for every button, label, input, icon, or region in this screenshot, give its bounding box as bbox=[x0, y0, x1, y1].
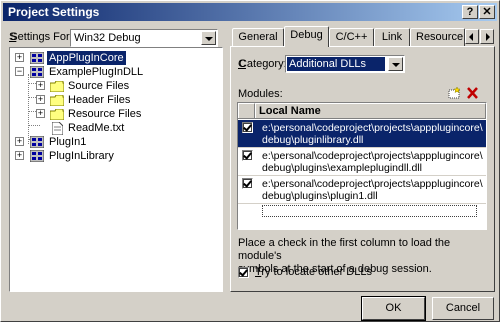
module-row[interactable]: e:\personal\codeproject\projects\appplug… bbox=[238, 176, 486, 203]
module-path-line2: debug\plugins\exampleplugindll.dll bbox=[262, 162, 422, 174]
try-locate-checkbox[interactable] bbox=[238, 267, 249, 278]
tab-link[interactable]: Link bbox=[374, 28, 410, 46]
module-path-line1: e:\personal\codeproject\projects\appplug… bbox=[262, 150, 483, 162]
expand-icon[interactable]: + bbox=[36, 81, 45, 90]
module-checkbox[interactable] bbox=[242, 150, 253, 161]
module-path-line2: debug\pluginlibrary.dll bbox=[262, 134, 364, 146]
module-row[interactable]: e:\personal\codeproject\projects\appplug… bbox=[238, 120, 486, 147]
project-icon bbox=[30, 52, 44, 64]
settings-for-value: Win32 Debug bbox=[74, 32, 141, 44]
category-label: CCategory: bbox=[238, 58, 287, 70]
tab-resource[interactable]: Resource bbox=[410, 28, 465, 46]
new-module-entry[interactable] bbox=[262, 205, 477, 217]
module-checkbox[interactable] bbox=[242, 122, 253, 133]
tab-scroll-left-icon[interactable] bbox=[465, 29, 479, 44]
tree-item-label: ExamplePlugInDLL bbox=[49, 66, 144, 78]
category-combo[interactable]: Additional DLLs bbox=[285, 55, 405, 73]
help-text-line1: Place a check in the first column to loa… bbox=[238, 237, 451, 262]
tab-debug[interactable]: Debug bbox=[284, 26, 329, 47]
new-module-row[interactable] bbox=[238, 204, 486, 218]
tree-item-header-files[interactable]: + Header Files bbox=[10, 93, 220, 107]
tree-item-exampleplugindll[interactable]: − ExamplePlugInDLL bbox=[10, 65, 220, 79]
module-path-line1: e:\personal\codeproject\projects\appplug… bbox=[262, 178, 483, 190]
ok-button[interactable]: OK bbox=[361, 296, 426, 321]
folder-icon bbox=[50, 81, 64, 92]
tree-item-label: ReadMe.txt bbox=[68, 122, 125, 134]
expand-icon[interactable]: + bbox=[36, 109, 45, 118]
tree-item-pluginlibrary[interactable]: + PlugInLibrary bbox=[10, 149, 220, 163]
try-locate-label: Try to locate other DLLs bbox=[255, 266, 372, 278]
delete-icon[interactable] bbox=[466, 87, 479, 99]
try-locate-checkbox-row[interactable]: Try to locate other DLLs bbox=[238, 266, 418, 280]
project-icon bbox=[30, 136, 44, 148]
module-checkbox[interactable] bbox=[242, 178, 253, 189]
tree-item-label: PlugIn1 bbox=[49, 136, 87, 148]
tree-item-label: PlugInLibrary bbox=[49, 150, 114, 162]
project-settings-dialog: Project Settings ? ✕ SSettings For: Win3… bbox=[0, 0, 500, 322]
tree-item-readme[interactable]: ReadMe.txt bbox=[10, 121, 220, 135]
chevron-down-icon[interactable] bbox=[388, 57, 403, 71]
category-value: Additional DLLs bbox=[287, 57, 385, 71]
expand-icon[interactable]: + bbox=[15, 137, 24, 146]
tab-c-cpp[interactable]: C/C++ bbox=[329, 28, 374, 46]
module-path-line2: debug\plugins\plugin1.dll bbox=[262, 190, 378, 202]
tree-item-label: Header Files bbox=[68, 94, 131, 106]
help-button[interactable]: ? bbox=[462, 5, 478, 19]
tree-item-label: AppPlugInCore bbox=[47, 51, 126, 65]
tree-item-label: Resource Files bbox=[68, 108, 142, 120]
tree-item-resource-files[interactable]: + Resource Files bbox=[10, 107, 220, 121]
cancel-button[interactable]: Cancel bbox=[432, 297, 494, 320]
modules-label: Modules: bbox=[238, 88, 283, 100]
new-module-icon[interactable] bbox=[448, 87, 461, 99]
expand-icon[interactable]: + bbox=[36, 95, 45, 104]
folder-icon bbox=[50, 109, 64, 120]
tree-item-plugin1[interactable]: + PlugIn1 bbox=[10, 135, 220, 149]
project-icon bbox=[30, 150, 44, 162]
checkbox-column-header[interactable] bbox=[238, 103, 255, 118]
settings-for-label: SSettings For: bbox=[9, 31, 73, 43]
chevron-down-icon[interactable] bbox=[201, 31, 216, 45]
module-row[interactable]: e:\personal\codeproject\projects\appplug… bbox=[238, 148, 486, 175]
folder-icon bbox=[50, 95, 64, 106]
modules-list[interactable]: Local Name e:\personal\codeproject\proje… bbox=[237, 102, 487, 230]
expand-icon[interactable]: + bbox=[15, 53, 24, 62]
close-button[interactable]: ✕ bbox=[479, 5, 495, 19]
collapse-icon[interactable]: − bbox=[15, 67, 24, 76]
window-title: Project Settings bbox=[8, 5, 100, 19]
tab-general[interactable]: General bbox=[232, 28, 284, 46]
settings-for-combo[interactable]: Win32 Debug bbox=[70, 29, 218, 47]
project-icon bbox=[30, 66, 44, 78]
tree-item-label: Source Files bbox=[68, 80, 130, 92]
expand-icon[interactable]: + bbox=[15, 151, 24, 160]
modules-list-header: Local Name bbox=[238, 103, 486, 119]
document-icon bbox=[52, 122, 63, 135]
tab-scroll-right-icon[interactable] bbox=[480, 29, 494, 44]
tree-item-appplugincore[interactable]: + AppPlugInCore bbox=[10, 51, 220, 65]
tree-item-source-files[interactable]: + Source Files bbox=[10, 79, 220, 93]
local-name-column-header[interactable]: Local Name bbox=[255, 103, 486, 118]
title-bar[interactable]: Project Settings ? ✕ bbox=[3, 3, 497, 21]
module-path-line1: e:\personal\codeproject\projects\appplug… bbox=[262, 122, 483, 134]
project-tree[interactable]: + AppPlugInCore − ExamplePlugInDLL + Sou… bbox=[9, 47, 223, 292]
